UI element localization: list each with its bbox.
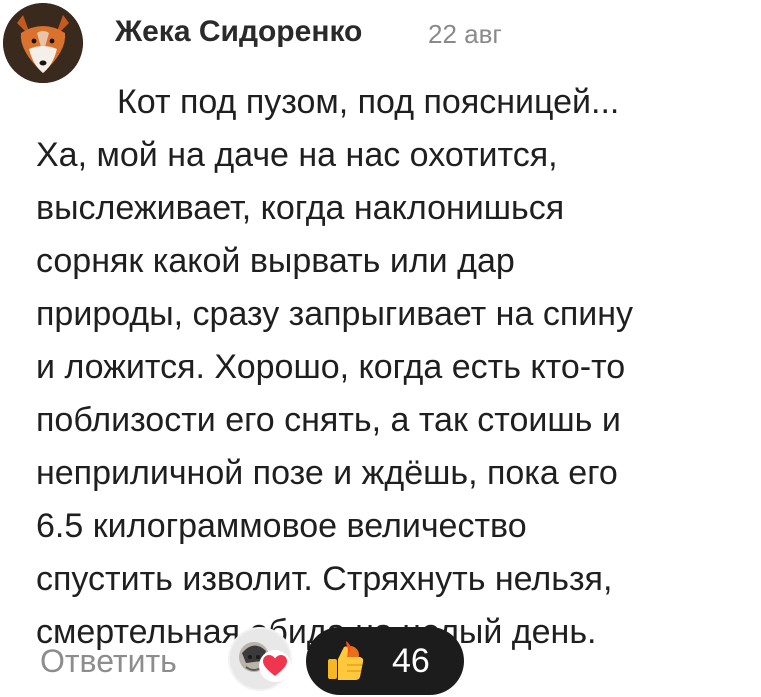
comment-text: Кот под пузом, под поясницей... Ха, мой … bbox=[36, 76, 751, 659]
thumbs-up-icon bbox=[328, 641, 364, 680]
like-count: 46 bbox=[392, 642, 430, 680]
comment-line: Ха, мой на даче на нас охотится, bbox=[36, 136, 558, 174]
fox-avatar-image bbox=[3, 3, 83, 83]
comment-line: выслеживает, когда наклонишься bbox=[36, 189, 565, 227]
liker-avatar[interactable] bbox=[228, 627, 292, 691]
comment-line: Кот под пузом, под поясницей... bbox=[117, 83, 620, 121]
comment-line: 6.5 килограммовое величество bbox=[36, 507, 527, 545]
heart-icon bbox=[259, 650, 291, 682]
comment-line: природы, сразу запрыгивает на спину bbox=[36, 295, 633, 333]
reply-button[interactable]: Ответить bbox=[40, 639, 177, 683]
comment-line: спустить изволит. Стряхнуть нельзя, bbox=[36, 560, 613, 598]
like-button[interactable]: 46 bbox=[306, 627, 464, 695]
comment-date: 22 авг bbox=[428, 19, 502, 49]
comment-line: поблизости его снять, а так стоишь и bbox=[36, 401, 621, 439]
comment-line: неприличной позе и ждёшь, пока его bbox=[36, 454, 618, 492]
author-avatar[interactable] bbox=[3, 3, 83, 83]
comment-card: Жека Сидоренко 22 авг Кот под пузом, под… bbox=[0, 0, 761, 697]
author-name[interactable]: Жека Сидоренко bbox=[115, 12, 362, 52]
comment-actions: Ответить 46 bbox=[0, 625, 761, 697]
comment-line: сорняк какой вырвать или дар bbox=[36, 242, 515, 280]
comment-line: и ложится. Хорошо, когда есть кто-то bbox=[36, 348, 626, 386]
